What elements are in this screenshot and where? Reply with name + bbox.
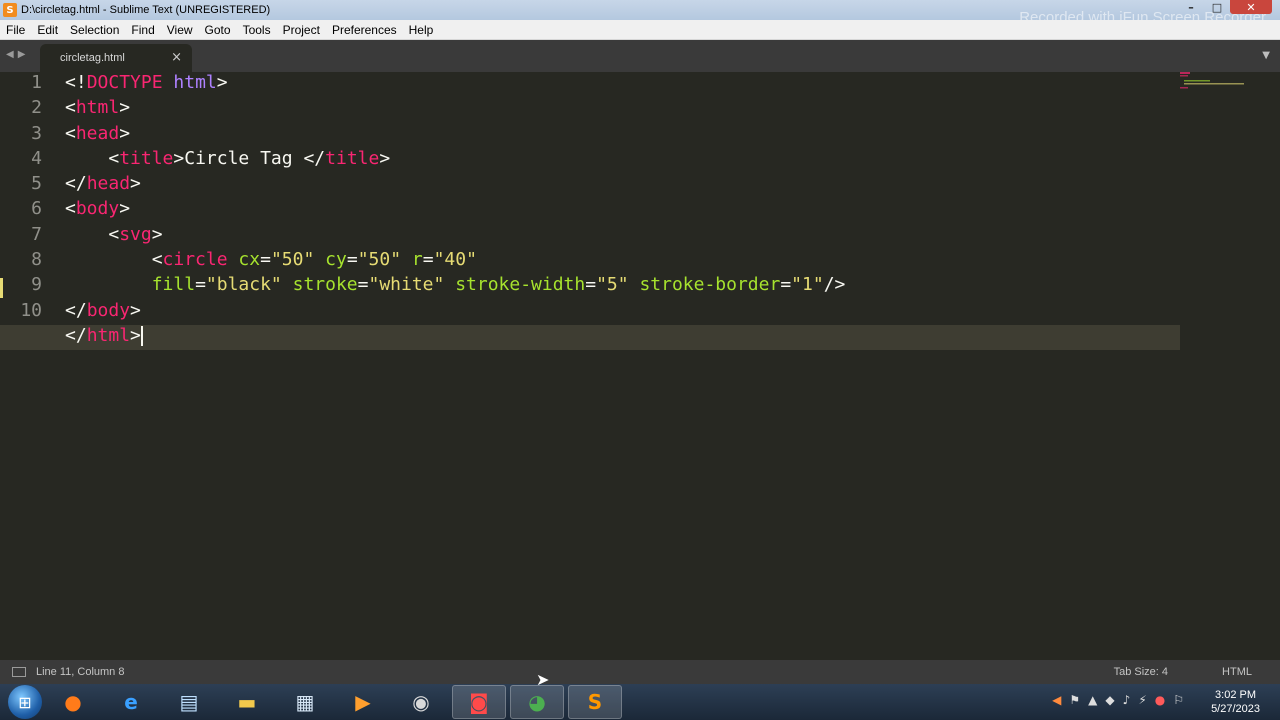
- sublime-text-icon[interactable]: S: [568, 685, 622, 719]
- menu-file[interactable]: File: [0, 23, 31, 37]
- tab-label: circletag.html: [60, 52, 125, 64]
- internet-explorer-icon[interactable]: e: [104, 685, 158, 719]
- clock-date: 5/27/2023: [1211, 703, 1260, 715]
- text-caret: [140, 325, 143, 346]
- syntax-indicator[interactable]: HTML: [1222, 666, 1252, 678]
- line-number: 1: [31, 72, 42, 93]
- line-number-gutter: 1 2 3 4 5 6 7 8 9 10 11: [0, 72, 56, 350]
- code-line[interactable]: fill="black" stroke="white" stroke-width…: [65, 274, 1180, 299]
- tab-list-dropdown-icon[interactable]: ▼: [1262, 50, 1270, 61]
- tray-shield-icon[interactable]: ◆: [1105, 693, 1114, 707]
- line-number: 7: [31, 223, 42, 245]
- status-bar: Line 11, Column 8 Tab Size: 4 HTML: [0, 660, 1280, 684]
- line-number: 8: [31, 249, 42, 271]
- tray-network-icon[interactable]: ⚑: [1069, 693, 1080, 707]
- menu-selection[interactable]: Selection: [64, 23, 125, 37]
- close-tab-icon[interactable]: ×: [171, 50, 182, 65]
- code-editor[interactable]: 1 2 3 4 5 6 7 8 9 10 11 <!DOCTYPE html> …: [0, 72, 1280, 660]
- menu-view[interactable]: View: [161, 23, 199, 37]
- tab-circletag[interactable]: circletag.html ×: [40, 44, 192, 72]
- action-center-flag-icon[interactable]: ⚐: [1173, 693, 1184, 707]
- code-line[interactable]: </body>: [65, 300, 1180, 325]
- code-line[interactable]: <title>Circle Tag </title>: [65, 148, 1180, 173]
- line-number: 3: [31, 122, 42, 144]
- tray-recorder-icon[interactable]: ●: [1155, 693, 1165, 707]
- menu-help[interactable]: Help: [403, 23, 440, 37]
- line-number: 5: [31, 173, 42, 195]
- menu-bar: File Edit Selection Find View Goto Tools…: [0, 20, 1280, 40]
- file-explorer-icon[interactable]: ▬: [220, 685, 274, 719]
- tab-size-indicator[interactable]: Tab Size: 4: [1114, 666, 1168, 678]
- tab-bar: ◀▶ circletag.html × ▼: [0, 40, 1280, 72]
- menu-goto[interactable]: Goto: [199, 23, 237, 37]
- cursor-position: Line 11, Column 8: [36, 666, 125, 678]
- line-number: 9: [31, 274, 42, 296]
- code-line[interactable]: <head>: [65, 123, 1180, 148]
- code-line[interactable]: <body>: [65, 198, 1180, 223]
- menu-tools[interactable]: Tools: [237, 23, 277, 37]
- minimap[interactable]: [1180, 72, 1248, 92]
- menu-find[interactable]: Find: [125, 23, 160, 37]
- panel-toggle-icon[interactable]: [12, 667, 26, 677]
- menu-edit[interactable]: Edit: [31, 23, 64, 37]
- title-bar: S D:\circletag.html - Sublime Text (UNRE…: [0, 0, 1280, 26]
- menu-project[interactable]: Project: [277, 23, 326, 37]
- line-number: 4: [31, 147, 42, 169]
- camera-icon[interactable]: ◉: [394, 685, 448, 719]
- sublime-app-icon[interactable]: S: [3, 3, 17, 17]
- line-number: 6: [31, 198, 42, 220]
- window-title: D:\circletag.html - Sublime Text (UNREGI…: [21, 4, 271, 16]
- tab-nav-arrows-icon[interactable]: ◀▶: [6, 49, 29, 60]
- maximize-button[interactable]: □: [1204, 0, 1230, 14]
- tray-app-icon[interactable]: ▲: [1088, 693, 1097, 707]
- close-window-button[interactable]: ✕: [1230, 0, 1272, 14]
- minimize-button[interactable]: –: [1178, 0, 1204, 14]
- calculator-icon[interactable]: ▦: [278, 685, 332, 719]
- menu-preferences[interactable]: Preferences: [326, 23, 403, 37]
- tray-power-icon[interactable]: ⚡: [1138, 693, 1146, 707]
- windows-taskbar: ⊞ ● e ▤ ▬ ▦ ▶ ◉ ◙ ◕ S ◀ ⚑ ▲ ◆ ♪ ⚡ ● ⚐ 3:…: [0, 684, 1280, 720]
- tray-arrow-icon[interactable]: ◀: [1052, 693, 1061, 707]
- code-line[interactable]: <html>: [65, 97, 1180, 122]
- code-line[interactable]: <svg>: [65, 224, 1180, 249]
- chrome-icon[interactable]: ◕: [510, 685, 564, 719]
- notepad-icon[interactable]: ▤: [162, 685, 216, 719]
- line-number: 2: [31, 97, 42, 119]
- line-number: 10: [20, 299, 42, 321]
- code-line[interactable]: </head>: [65, 173, 1180, 198]
- firefox-icon[interactable]: ●: [46, 685, 100, 719]
- code-line[interactable]: <circle cx="50" cy="50" r="40": [65, 249, 1180, 274]
- code-line[interactable]: <!DOCTYPE html>: [65, 72, 1180, 97]
- mouse-pointer-icon: ➤: [536, 670, 550, 689]
- start-button[interactable]: ⊞: [8, 685, 42, 719]
- window-controls: – □ ✕: [1178, 0, 1272, 14]
- volume-icon[interactable]: ♪: [1123, 693, 1131, 707]
- screen-recorder-icon[interactable]: ◙: [452, 685, 506, 719]
- taskbar-clock[interactable]: 3:02 PM 5/27/2023: [1211, 688, 1260, 716]
- clock-time: 3:02 PM: [1215, 689, 1257, 701]
- system-tray: ◀ ⚑ ▲ ◆ ♪ ⚡ ● ⚐: [1052, 693, 1184, 707]
- media-player-icon[interactable]: ▶: [336, 685, 390, 719]
- code-lines[interactable]: <!DOCTYPE html> <html> <head> <title>Cir…: [0, 72, 1180, 351]
- code-line-current[interactable]: </html>: [0, 324, 1180, 351]
